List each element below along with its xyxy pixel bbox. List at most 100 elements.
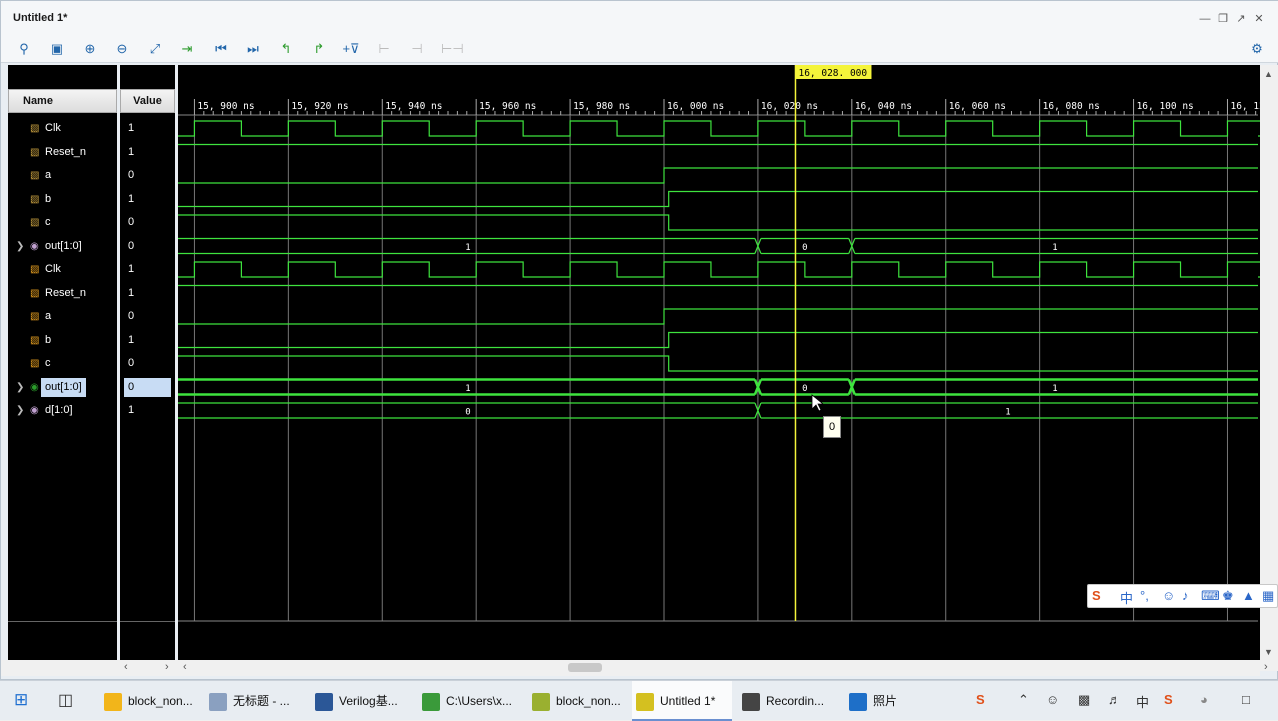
expand-chevron-icon[interactable]: ❯ xyxy=(16,376,24,399)
microphone-icon[interactable]: ♪ xyxy=(1182,588,1189,603)
signal-row[interactable]: ❯ ◉ out[1:0] xyxy=(8,235,117,258)
waveform-panel[interactable]: 15, 900 ns 15, 920 ns 15, 940 ns 15, 960 ns… xyxy=(178,65,1276,660)
signal-name: a xyxy=(45,310,52,322)
scroll-left-icon[interactable]: ‹ xyxy=(124,661,128,673)
signal-row[interactable]: ▧ b xyxy=(8,329,117,352)
go-to-cursor-icon[interactable]: ⇥ xyxy=(178,40,196,58)
ime-toolbar[interactable]: S 中 °, ☺ ♪ ⌨ ♚ ▲ ▦ xyxy=(1087,584,1278,608)
clock-icon[interactable]: ◕ xyxy=(1200,692,1208,707)
signal-row[interactable]: ▧ c xyxy=(8,352,117,375)
signal-value[interactable]: 1 xyxy=(120,258,175,281)
toolbox-icon[interactable]: ▦ xyxy=(1262,588,1274,604)
name-column-header[interactable]: Name xyxy=(8,89,117,113)
signal-value[interactable]: 0 xyxy=(120,235,175,258)
signal-row[interactable]: ▧ a xyxy=(8,164,117,187)
signal-value[interactable]: 1 xyxy=(120,141,175,164)
windows-start-icon[interactable]: ⊞ xyxy=(14,690,28,710)
expand-chevron-icon[interactable]: ❯ xyxy=(16,235,24,258)
taskbar-item[interactable]: 照片 xyxy=(845,681,925,721)
taskbar-item[interactable]: block_non... xyxy=(100,681,200,721)
signal-row[interactable]: ▧ Clk xyxy=(8,258,117,281)
signal-value[interactable]: 0 xyxy=(120,164,175,187)
sogou-tray-icon[interactable]: S xyxy=(976,692,985,707)
scroll-up-icon[interactable]: ▲ xyxy=(1264,69,1273,79)
signal-row[interactable]: ❯ ◉ d[1:0] xyxy=(8,399,117,422)
signal-value[interactable]: 1 xyxy=(120,117,175,140)
signal-value[interactable]: 0 xyxy=(120,211,175,234)
app-icon xyxy=(315,692,333,711)
bit-signal-icon: ▧ xyxy=(30,217,40,228)
signal-value[interactable]: 1 xyxy=(120,282,175,305)
settings-icon[interactable]: ⚙ xyxy=(1248,40,1266,58)
popout-icon[interactable]: ↗ xyxy=(1235,13,1247,25)
go-to-start-icon[interactable]: ⏮ xyxy=(212,40,230,58)
signal-row[interactable]: ❯ ◉ out[1:0] xyxy=(8,376,117,399)
show-hidden-icons-icon[interactable]: ⌃ xyxy=(1018,692,1029,708)
bit-waveform xyxy=(178,331,1258,349)
bit-signal-icon: ▧ xyxy=(30,287,40,299)
value-column-header[interactable]: Value xyxy=(120,89,175,113)
keyboard-icon[interactable]: ⌨ xyxy=(1201,588,1220,604)
previous-transition-icon[interactable]: ↰ xyxy=(277,40,295,58)
signal-row[interactable]: ▧ Reset_n xyxy=(8,282,117,305)
next-transition-icon[interactable]: ↱ xyxy=(310,40,328,58)
notifications-icon[interactable]: □ xyxy=(1242,692,1250,707)
scroll-left-icon[interactable]: ‹ xyxy=(183,661,187,673)
swap-cursors-icon[interactable]: ⊢⊣ xyxy=(441,40,464,58)
bus-signal-icon: ◉ xyxy=(30,405,39,416)
qq-icon[interactable]: ☺ xyxy=(1046,692,1059,707)
close-icon[interactable]: ✕ xyxy=(1253,13,1265,25)
taskbar-item[interactable]: Verilog基... xyxy=(311,681,411,721)
time-tick-label: 16, 12 xyxy=(1230,101,1260,112)
taskbar-item[interactable]: Recordin... xyxy=(738,681,838,721)
skin-icon[interactable]: ♚ xyxy=(1222,588,1234,604)
scroll-right-icon[interactable]: › xyxy=(165,661,169,673)
signal-row[interactable]: ▧ a xyxy=(8,305,117,328)
waveform-canvas[interactable]: 15, 900 ns 15, 920 ns 15, 940 ns 15, 960 ns… xyxy=(178,65,1276,660)
next-marker-icon[interactable]: ⊣ xyxy=(408,40,426,58)
signal-row[interactable]: ▧ b xyxy=(8,188,117,211)
signal-value[interactable]: 1 xyxy=(120,188,175,211)
taskbar-item[interactable]: Untitled 1* xyxy=(632,681,732,721)
sogou-ime-icon[interactable]: S xyxy=(1164,692,1173,707)
signal-value[interactable]: 0 xyxy=(124,377,171,397)
signal-value[interactable]: 0 xyxy=(120,352,175,375)
scroll-thumb[interactable] xyxy=(568,663,602,672)
horizontal-scrollbar[interactable]: ‹ › ‹ › xyxy=(1,660,1268,676)
signal-value[interactable]: 1 xyxy=(120,329,175,352)
restore-icon[interactable]: ❐ xyxy=(1217,13,1229,25)
volume-icon[interactable]: ♬ xyxy=(1108,692,1121,707)
search-icon[interactable]: ⚲ xyxy=(15,40,33,58)
bus-value-label: 0 xyxy=(802,384,807,394)
app-icon xyxy=(104,692,122,711)
emoji-icon[interactable]: ☺ xyxy=(1162,588,1175,603)
go-to-end-icon[interactable]: ⏭ xyxy=(244,40,262,58)
expand-chevron-icon[interactable]: ❯ xyxy=(16,399,24,422)
bit-waveform xyxy=(178,120,1276,137)
taskbar-item[interactable]: 无标题 - ... xyxy=(205,681,305,721)
signal-row[interactable]: ▧ Reset_n xyxy=(8,141,117,164)
scroll-right-icon[interactable]: › xyxy=(1264,661,1268,673)
signal-row[interactable]: ▧ c xyxy=(8,211,117,234)
save-icon[interactable]: ▣ xyxy=(48,40,66,58)
bit-signal-icon: ▧ xyxy=(30,123,40,134)
signal-value[interactable]: 1 xyxy=(120,399,175,422)
previous-marker-icon[interactable]: ⊢ xyxy=(375,40,393,58)
signal-row[interactable]: ▧ Clk xyxy=(8,117,117,140)
punctuation-icon[interactable]: °, xyxy=(1140,588,1149,603)
add-marker-icon[interactable]: +⊽ xyxy=(342,40,360,58)
taskbar-item[interactable]: C:\Users\x... xyxy=(418,681,522,721)
zoom-out-icon[interactable]: ⊖ xyxy=(113,40,131,58)
vertical-scrollbar[interactable]: ▲ ▼ xyxy=(1260,65,1278,671)
task-view-icon[interactable]: ◫ xyxy=(58,690,73,710)
ime-mode-label[interactable]: 中 xyxy=(1120,588,1133,607)
taskbar-item[interactable]: block_non... xyxy=(528,681,628,721)
zoom-in-icon[interactable]: ⊕ xyxy=(81,40,99,58)
scroll-down-icon[interactable]: ▼ xyxy=(1264,647,1273,657)
input-language-icon[interactable]: 中 xyxy=(1136,692,1149,711)
zoom-fit-icon[interactable]: ⤢ xyxy=(146,40,164,58)
shirt-icon[interactable]: ▲ xyxy=(1242,588,1255,603)
minimize-icon[interactable]: — xyxy=(1199,13,1211,25)
signal-value[interactable]: 0 xyxy=(120,305,175,328)
network-icon[interactable]: ▩ xyxy=(1078,692,1090,708)
